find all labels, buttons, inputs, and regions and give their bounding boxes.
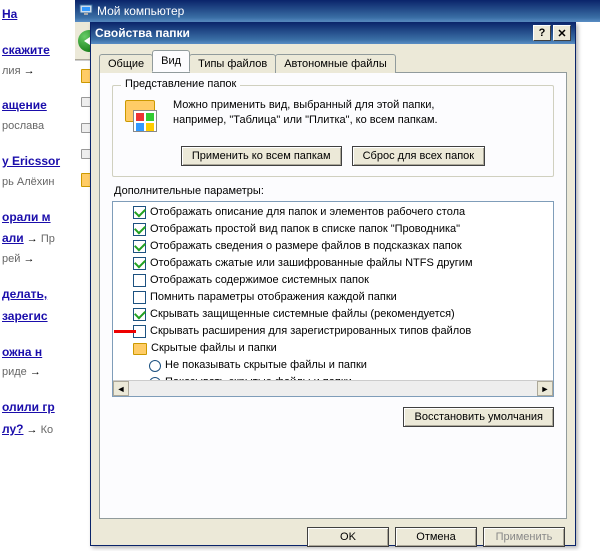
background-page: На скажителия → ащениерослава y Ericssor… [0,0,75,551]
tree-item-label: Отображать сжатые или зашифрованные файл… [150,255,473,272]
scroll-right-button[interactable]: ► [537,381,553,396]
tree-item-label: Не показывать скрытые файлы и папки [165,357,367,374]
bg-text: рослава [2,120,44,132]
tab-file-types[interactable]: Типы файлов [189,54,276,73]
folder-icon [133,343,147,355]
tree-item-label: Скрывать расширения для зарегистрированн… [150,323,471,340]
tab-strip: Общие Вид Типы файлов Автономные файлы [99,52,567,73]
tree-item-label: Отображать описание для папок и элементо… [150,204,465,221]
horizontal-scrollbar[interactable]: ◄ ► [113,380,553,396]
advanced-settings-tree[interactable]: Отображать описание для папок и элементо… [112,201,554,397]
tree-item[interactable]: Отображать содержимое системных папок [119,272,551,289]
bg-link[interactable]: орали м [2,210,51,224]
checkbox[interactable] [133,240,146,253]
dialog-titlebar[interactable]: Свойства папки ? ✕ [91,22,575,44]
tab-panel-view: Представление папок Можно применить вид,… [99,73,567,519]
bg-link[interactable]: ожна н [2,345,42,359]
tab-general[interactable]: Общие [99,54,153,73]
tree-item[interactable]: Помнить параметры отображения каждой пап… [119,289,551,306]
bg-link[interactable]: делать, [2,287,47,301]
checkbox[interactable] [133,291,146,304]
tab-view[interactable]: Вид [152,50,190,72]
tree-item-label: Отображать сведения о размере файлов в п… [150,238,462,255]
help-button[interactable]: ? [533,25,551,41]
bg-link[interactable]: ащение [2,98,47,112]
parent-titlebar: Мой компьютер [75,0,600,22]
bg-text: рей [2,253,20,265]
tree-item-label: Отображать простой вид папок в списке па… [150,221,460,238]
tab-offline-files[interactable]: Автономные файлы [275,54,396,73]
tree-item[interactable]: Отображать сведения о размере файлов в п… [119,238,551,255]
bg-link[interactable]: олили гр [2,400,55,414]
checkbox[interactable] [133,308,146,321]
bg-text: рь Алёхин [2,176,55,188]
dialog-title: Свойства папки [95,26,531,40]
ok-button[interactable]: OK [307,527,389,547]
cancel-button[interactable]: Отмена [395,527,477,547]
bg-text: риде [2,366,27,378]
radio[interactable] [149,360,161,372]
bg-link[interactable]: скажите [2,43,50,57]
tree-item-label: Помнить параметры отображения каждой пап… [150,289,397,306]
bg-text: лия [2,65,21,77]
tree-item-label: Скрывать защищенные системные файлы (рек… [150,306,455,323]
apply-button[interactable]: Применить [483,527,565,547]
tree-item[interactable]: Не показывать скрытые файлы и папки [119,357,551,374]
tree-item[interactable]: Скрывать расширения для зарегистрированн… [119,323,551,340]
dialog-buttons: OK Отмена Применить [91,527,565,547]
tree-item[interactable]: Скрытые файлы и папки [119,340,551,357]
restore-defaults-button[interactable]: Восстановить умолчания [403,407,554,427]
bg-link[interactable]: лу? [2,422,23,436]
group-legend: Представление папок [121,78,240,90]
tree-item[interactable]: Скрывать защищенные системные файлы (рек… [119,306,551,323]
folder-views-group: Представление папок Можно применить вид,… [112,85,554,177]
folder-views-icon [123,98,161,136]
tree-item[interactable]: Отображать простой вид папок в списке па… [119,221,551,238]
advanced-label: Дополнительные параметры: [114,185,554,197]
checkbox[interactable] [133,206,146,219]
checkbox[interactable] [133,274,146,287]
close-button[interactable]: ✕ [553,25,571,41]
tree-item[interactable]: Отображать описание для папок и элементо… [119,204,551,221]
computer-icon [79,3,93,20]
checkbox[interactable] [133,257,146,270]
bg-link[interactable]: y Ericssor [2,154,60,168]
bg-link[interactable]: али [2,231,24,245]
tree-item-label: Скрытые файлы и папки [151,340,277,357]
apply-to-all-button[interactable]: Применить ко всем папкам [181,146,342,166]
scroll-left-button[interactable]: ◄ [113,381,129,396]
parent-window-title: Мой компьютер [97,4,184,18]
folder-options-dialog: Свойства папки ? ✕ Общие Вид Типы файлов… [90,22,576,546]
checkbox[interactable] [133,223,146,236]
reset-all-button[interactable]: Сброс для всех папок [352,146,486,166]
bg-link[interactable]: На [2,7,17,21]
tree-item[interactable]: Отображать сжатые или зашифрованные файл… [119,255,551,272]
bg-link[interactable]: зарегис [2,309,48,323]
folder-views-description: Можно применить вид, выбранный для этой … [173,98,543,128]
tree-item-label: Отображать содержимое системных папок [150,272,369,289]
highlight-arrow-icon [114,330,136,333]
